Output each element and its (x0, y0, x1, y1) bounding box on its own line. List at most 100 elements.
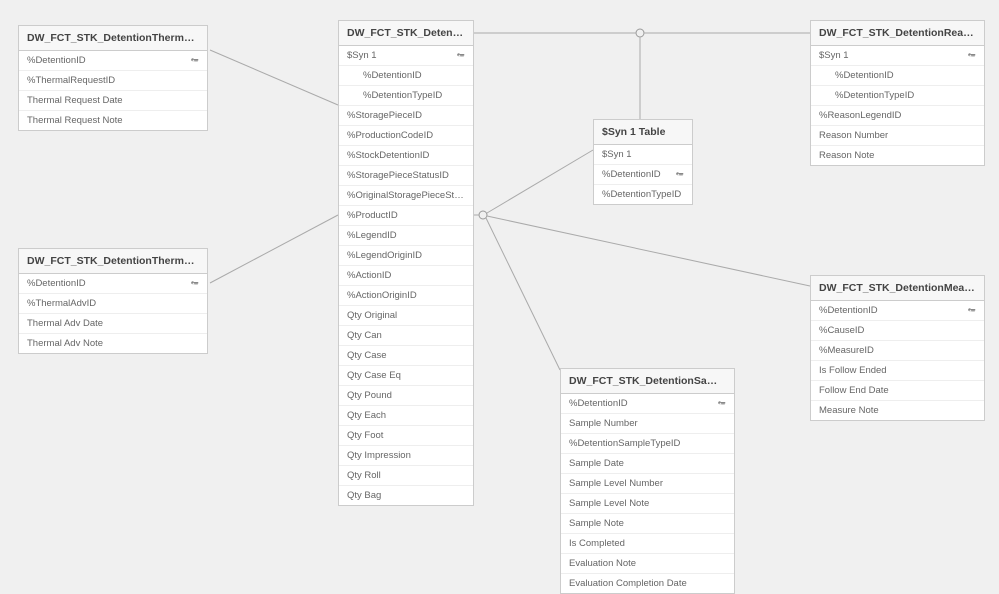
field-name: Evaluation Completion Date (569, 578, 726, 589)
field-row[interactable]: %DetentionID (19, 51, 207, 71)
field-name: Qty Pound (347, 390, 465, 401)
field-name: %DetentionID (819, 305, 963, 316)
field-row[interactable]: Follow End Date (811, 381, 984, 401)
field-name: %DetentionTypeID (363, 90, 465, 101)
field-row[interactable]: Sample Level Number (561, 474, 734, 494)
field-row[interactable]: %DetentionID (561, 394, 734, 414)
table-header: DW_FCT_STK_Detention_Transform (339, 21, 473, 46)
field-row[interactable]: %DetentionTypeID (339, 86, 473, 106)
field-row[interactable]: Qty Impression (339, 446, 473, 466)
field-row[interactable]: Reason Note (811, 146, 984, 165)
field-row[interactable]: Thermal Adv Date (19, 314, 207, 334)
table-reason[interactable]: DW_FCT_STK_DetentionReason_Transfo... $S… (810, 20, 985, 166)
field-row[interactable]: %ProductID (339, 206, 473, 226)
table-thermal-request[interactable]: DW_FCT_STK_DetentionThermalRequest_Trans… (18, 25, 208, 131)
field-row[interactable]: Qty Foot (339, 426, 473, 446)
field-name: Measure Note (819, 405, 976, 416)
field-row[interactable]: %DetentionSampleTypeID (561, 434, 734, 454)
field-row[interactable]: Is Follow Ended (811, 361, 984, 381)
field-row[interactable]: Sample Date (561, 454, 734, 474)
field-name: Reason Number (819, 130, 976, 141)
field-row[interactable]: %DetentionID (811, 66, 984, 86)
field-row[interactable]: %DetentionID (811, 301, 984, 321)
field-name: %ThermalAdvID (27, 298, 199, 309)
field-row[interactable]: %ActionOriginID (339, 286, 473, 306)
field-row[interactable]: $Syn 1 (811, 46, 984, 66)
field-row[interactable]: Thermal Request Date (19, 91, 207, 111)
field-row[interactable]: Sample Level Note (561, 494, 734, 514)
field-row[interactable]: $Syn 1 (339, 46, 473, 66)
field-row[interactable]: Thermal Adv Note (19, 334, 207, 353)
field-row[interactable]: $Syn 1 (594, 145, 692, 165)
key-icon (190, 279, 199, 288)
field-row[interactable]: %ThermalRequestID (19, 71, 207, 91)
field-row[interactable]: Qty Bag (339, 486, 473, 505)
field-row[interactable]: %LegendOriginID (339, 246, 473, 266)
field-name: %LegendOriginID (347, 250, 465, 261)
field-row[interactable]: %CauseID (811, 321, 984, 341)
field-row[interactable]: Qty Can (339, 326, 473, 346)
field-row[interactable]: %OriginalStoragePieceStatusID (339, 186, 473, 206)
field-row[interactable]: Qty Pound (339, 386, 473, 406)
field-row[interactable]: Evaluation Completion Date (561, 574, 734, 593)
field-name: $Syn 1 (819, 50, 963, 61)
key-icon (967, 306, 976, 315)
field-name: %DetentionID (569, 398, 713, 409)
table-body: $Syn 1%DetentionID %DetentionTypeID %Stora… (339, 46, 473, 505)
field-row[interactable]: %DetentionTypeID (594, 185, 692, 204)
field-name: Qty Each (347, 410, 465, 421)
field-row[interactable]: %StoragePieceID (339, 106, 473, 126)
field-name: %ActionOriginID (347, 290, 465, 301)
field-row[interactable]: %LegendID (339, 226, 473, 246)
key-icon (717, 399, 726, 408)
field-name: %MeasureID (819, 345, 976, 356)
field-name: %DetentionTypeID (602, 189, 684, 200)
field-row[interactable]: %StoragePieceStatusID (339, 166, 473, 186)
field-row[interactable]: Qty Case Eq (339, 366, 473, 386)
field-row[interactable]: Is Completed (561, 534, 734, 554)
field-row[interactable]: %DetentionTypeID (811, 86, 984, 106)
table-header: DW_FCT_STK_DetentionReason_Transfo... (811, 21, 984, 46)
field-name: Thermal Adv Date (27, 318, 199, 329)
field-name: %DetentionID (27, 278, 186, 289)
field-name: Thermal Request Date (27, 95, 199, 106)
field-name: %DetentionID (602, 169, 671, 180)
field-row[interactable]: Thermal Request Note (19, 111, 207, 130)
field-name: Thermal Request Note (27, 115, 199, 126)
field-row[interactable]: %DetentionID (19, 274, 207, 294)
field-name: %DetentionID (27, 55, 186, 66)
field-row[interactable]: Qty Original (339, 306, 473, 326)
field-row[interactable]: Qty Roll (339, 466, 473, 486)
field-row[interactable]: %DetentionID (339, 66, 473, 86)
field-row[interactable]: Evaluation Note (561, 554, 734, 574)
field-row[interactable]: %ProductionCodeID (339, 126, 473, 146)
table-syn1[interactable]: $Syn 1 Table $Syn 1%DetentionID%Detentio… (593, 119, 693, 205)
table-sample[interactable]: DW_FCT_STK_DetentionSample_Transform %De… (560, 368, 735, 594)
field-name: %CauseID (819, 325, 976, 336)
field-row[interactable]: Qty Each (339, 406, 473, 426)
field-row[interactable]: Qty Case (339, 346, 473, 366)
table-header: DW_FCT_STK_DetentionThermalRequest_Trans… (19, 26, 207, 51)
field-name: Reason Note (819, 150, 976, 161)
field-name: %OriginalStoragePieceStatusID (347, 190, 465, 201)
table-body: %DetentionID %ThermalRequestID Thermal Req… (19, 51, 207, 130)
field-name: Qty Roll (347, 470, 465, 481)
field-row[interactable]: Measure Note (811, 401, 984, 420)
table-detention[interactable]: DW_FCT_STK_Detention_Transform $Syn 1%De… (338, 20, 474, 506)
field-name: %DetentionSampleTypeID (569, 438, 726, 449)
field-row[interactable]: Sample Number (561, 414, 734, 434)
table-measure[interactable]: DW_FCT_STK_DetentionMeasure_Transform %D… (810, 275, 985, 421)
field-row[interactable]: Sample Note (561, 514, 734, 534)
field-row[interactable]: %ActionID (339, 266, 473, 286)
field-row[interactable]: %DetentionID (594, 165, 692, 185)
field-name: %ActionID (347, 270, 465, 281)
field-name: Qty Case Eq (347, 370, 465, 381)
table-header: DW_FCT_STK_DetentionThermalAdv_Transform (19, 249, 207, 274)
field-row[interactable]: %ReasonLegendID (811, 106, 984, 126)
key-icon (190, 56, 199, 65)
field-row[interactable]: %ThermalAdvID (19, 294, 207, 314)
field-row[interactable]: %MeasureID (811, 341, 984, 361)
field-row[interactable]: %StockDetentionID (339, 146, 473, 166)
field-row[interactable]: Reason Number (811, 126, 984, 146)
table-thermal-adv[interactable]: DW_FCT_STK_DetentionThermalAdv_Transform… (18, 248, 208, 354)
